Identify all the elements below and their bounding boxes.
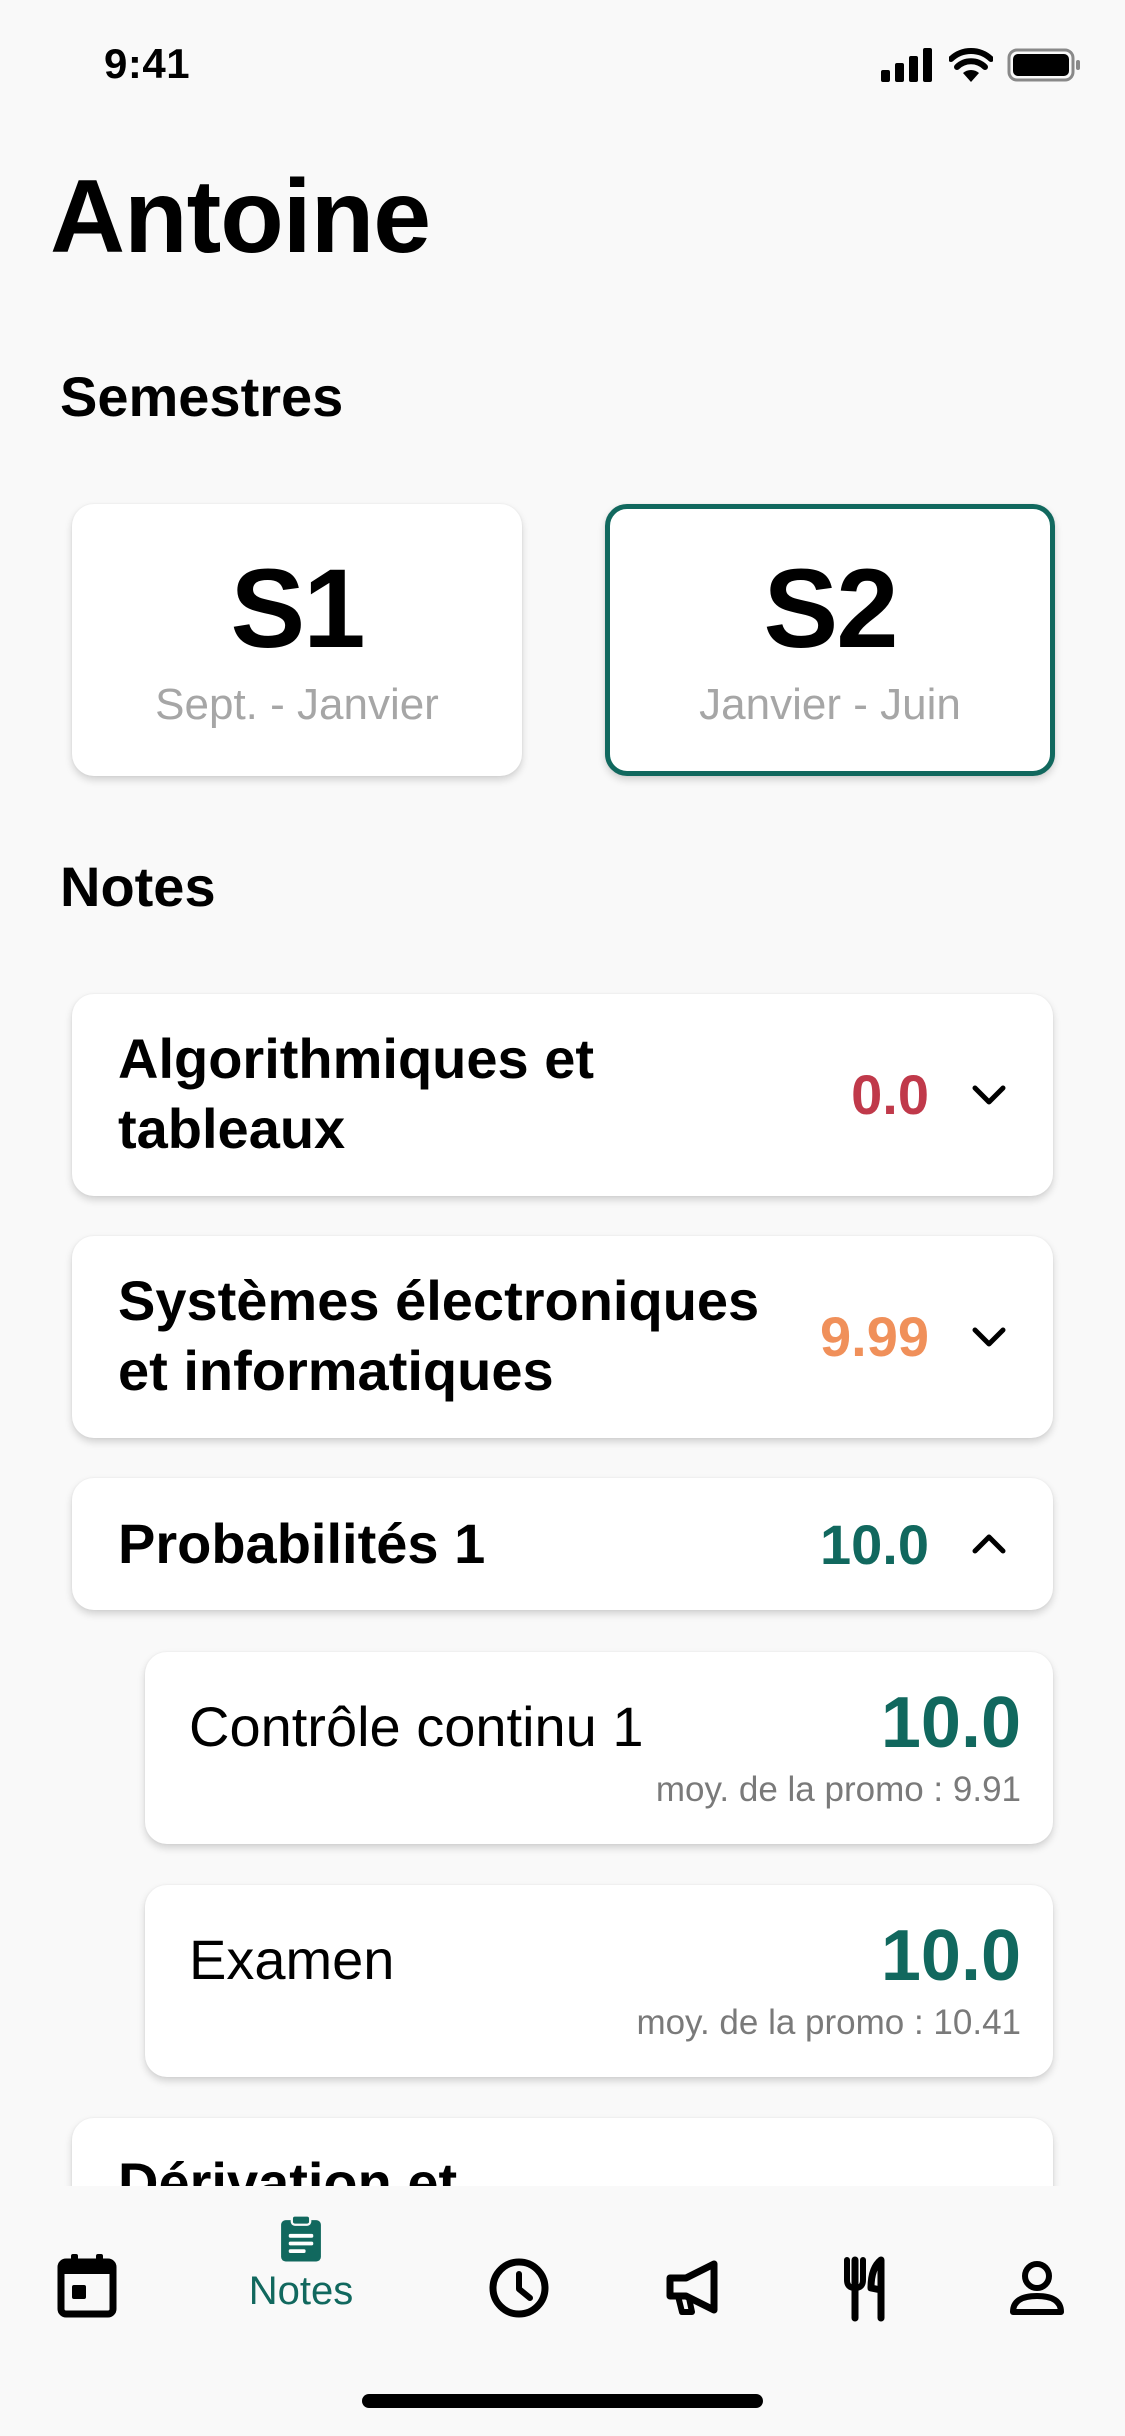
course-name: Algorithmiques et tableaux (118, 1027, 595, 1160)
page-title: Antoine (50, 159, 431, 275)
chevron-up-icon[interactable] (969, 1524, 1009, 1564)
cellular-signal-icon (881, 48, 932, 82)
course-card-algorithmiques[interactable]: Algorithmiques et tableaux 0.0 (72, 994, 1053, 1196)
semester-range: Sept. - Janvier (155, 680, 439, 729)
course-grade: 10.0 (820, 1513, 929, 1576)
tab-announcements[interactable] (644, 2238, 744, 2338)
assessment-card-controle-continu: Contrôle continu 1 10.0 moy. de la promo… (145, 1652, 1053, 1844)
course-card-probabilites[interactable]: Probabilités 1 10.0 (72, 1478, 1053, 1610)
home-indicator (362, 2394, 763, 2408)
semester-card-s1[interactable]: S1 Sept. - Janvier (72, 504, 522, 776)
wifi-icon (949, 48, 993, 82)
tab-notes[interactable]: Notes (248, 2214, 354, 2314)
megaphone-icon (666, 2260, 718, 2315)
course-name: Probabilités 1 (118, 1512, 486, 1575)
assessment-name: Contrôle continu 1 (189, 1695, 644, 1758)
course-grade: 0.0 (851, 1063, 929, 1126)
tab-notes-label: Notes (248, 2269, 354, 2313)
semesters-section-title: Semestres (60, 365, 344, 428)
battery-icon (1007, 48, 1080, 82)
tab-calendar[interactable] (37, 2238, 137, 2338)
assessment-class-average: moy. de la promo : 9.91 (655, 1770, 1021, 1809)
notes-icon (281, 2214, 321, 2262)
assessment-grade: 10.0 (880, 1916, 1021, 1996)
course-card-systemes[interactable]: Systèmes électroniques et informatiques … (72, 1236, 1053, 1438)
status-icons (881, 48, 1081, 82)
semester-code: S2 (763, 546, 899, 671)
semester-card-s2[interactable]: S2 Janvier - Juin (605, 504, 1055, 776)
person-icon (1010, 2261, 1064, 2315)
semester-range: Janvier - Juin (699, 680, 961, 729)
assessment-name: Examen (189, 1928, 395, 1991)
calendar-icon (57, 2254, 117, 2318)
status-time: 9:41 (104, 40, 191, 87)
tab-profile[interactable] (987, 2238, 1087, 2338)
assessment-class-average: moy. de la promo : 10.41 (636, 2003, 1021, 2042)
notes-section-title: Notes (60, 855, 216, 918)
chevron-down-icon[interactable] (969, 1316, 1009, 1356)
assessment-card-examen: Examen 10.0 moy. de la promo : 10.41 (145, 1885, 1053, 2077)
course-name: Systèmes électroniques et informatiques (118, 1269, 760, 1402)
clock-icon (489, 2258, 549, 2318)
chevron-down-icon[interactable] (969, 1074, 1009, 1114)
assessment-grade: 10.0 (880, 1683, 1021, 1763)
semester-code: S1 (230, 546, 366, 671)
tab-schedule[interactable] (469, 2238, 569, 2338)
tab-restaurant[interactable] (815, 2238, 915, 2338)
course-grade: 9.99 (820, 1305, 929, 1368)
restaurant-icon (844, 2256, 885, 2322)
